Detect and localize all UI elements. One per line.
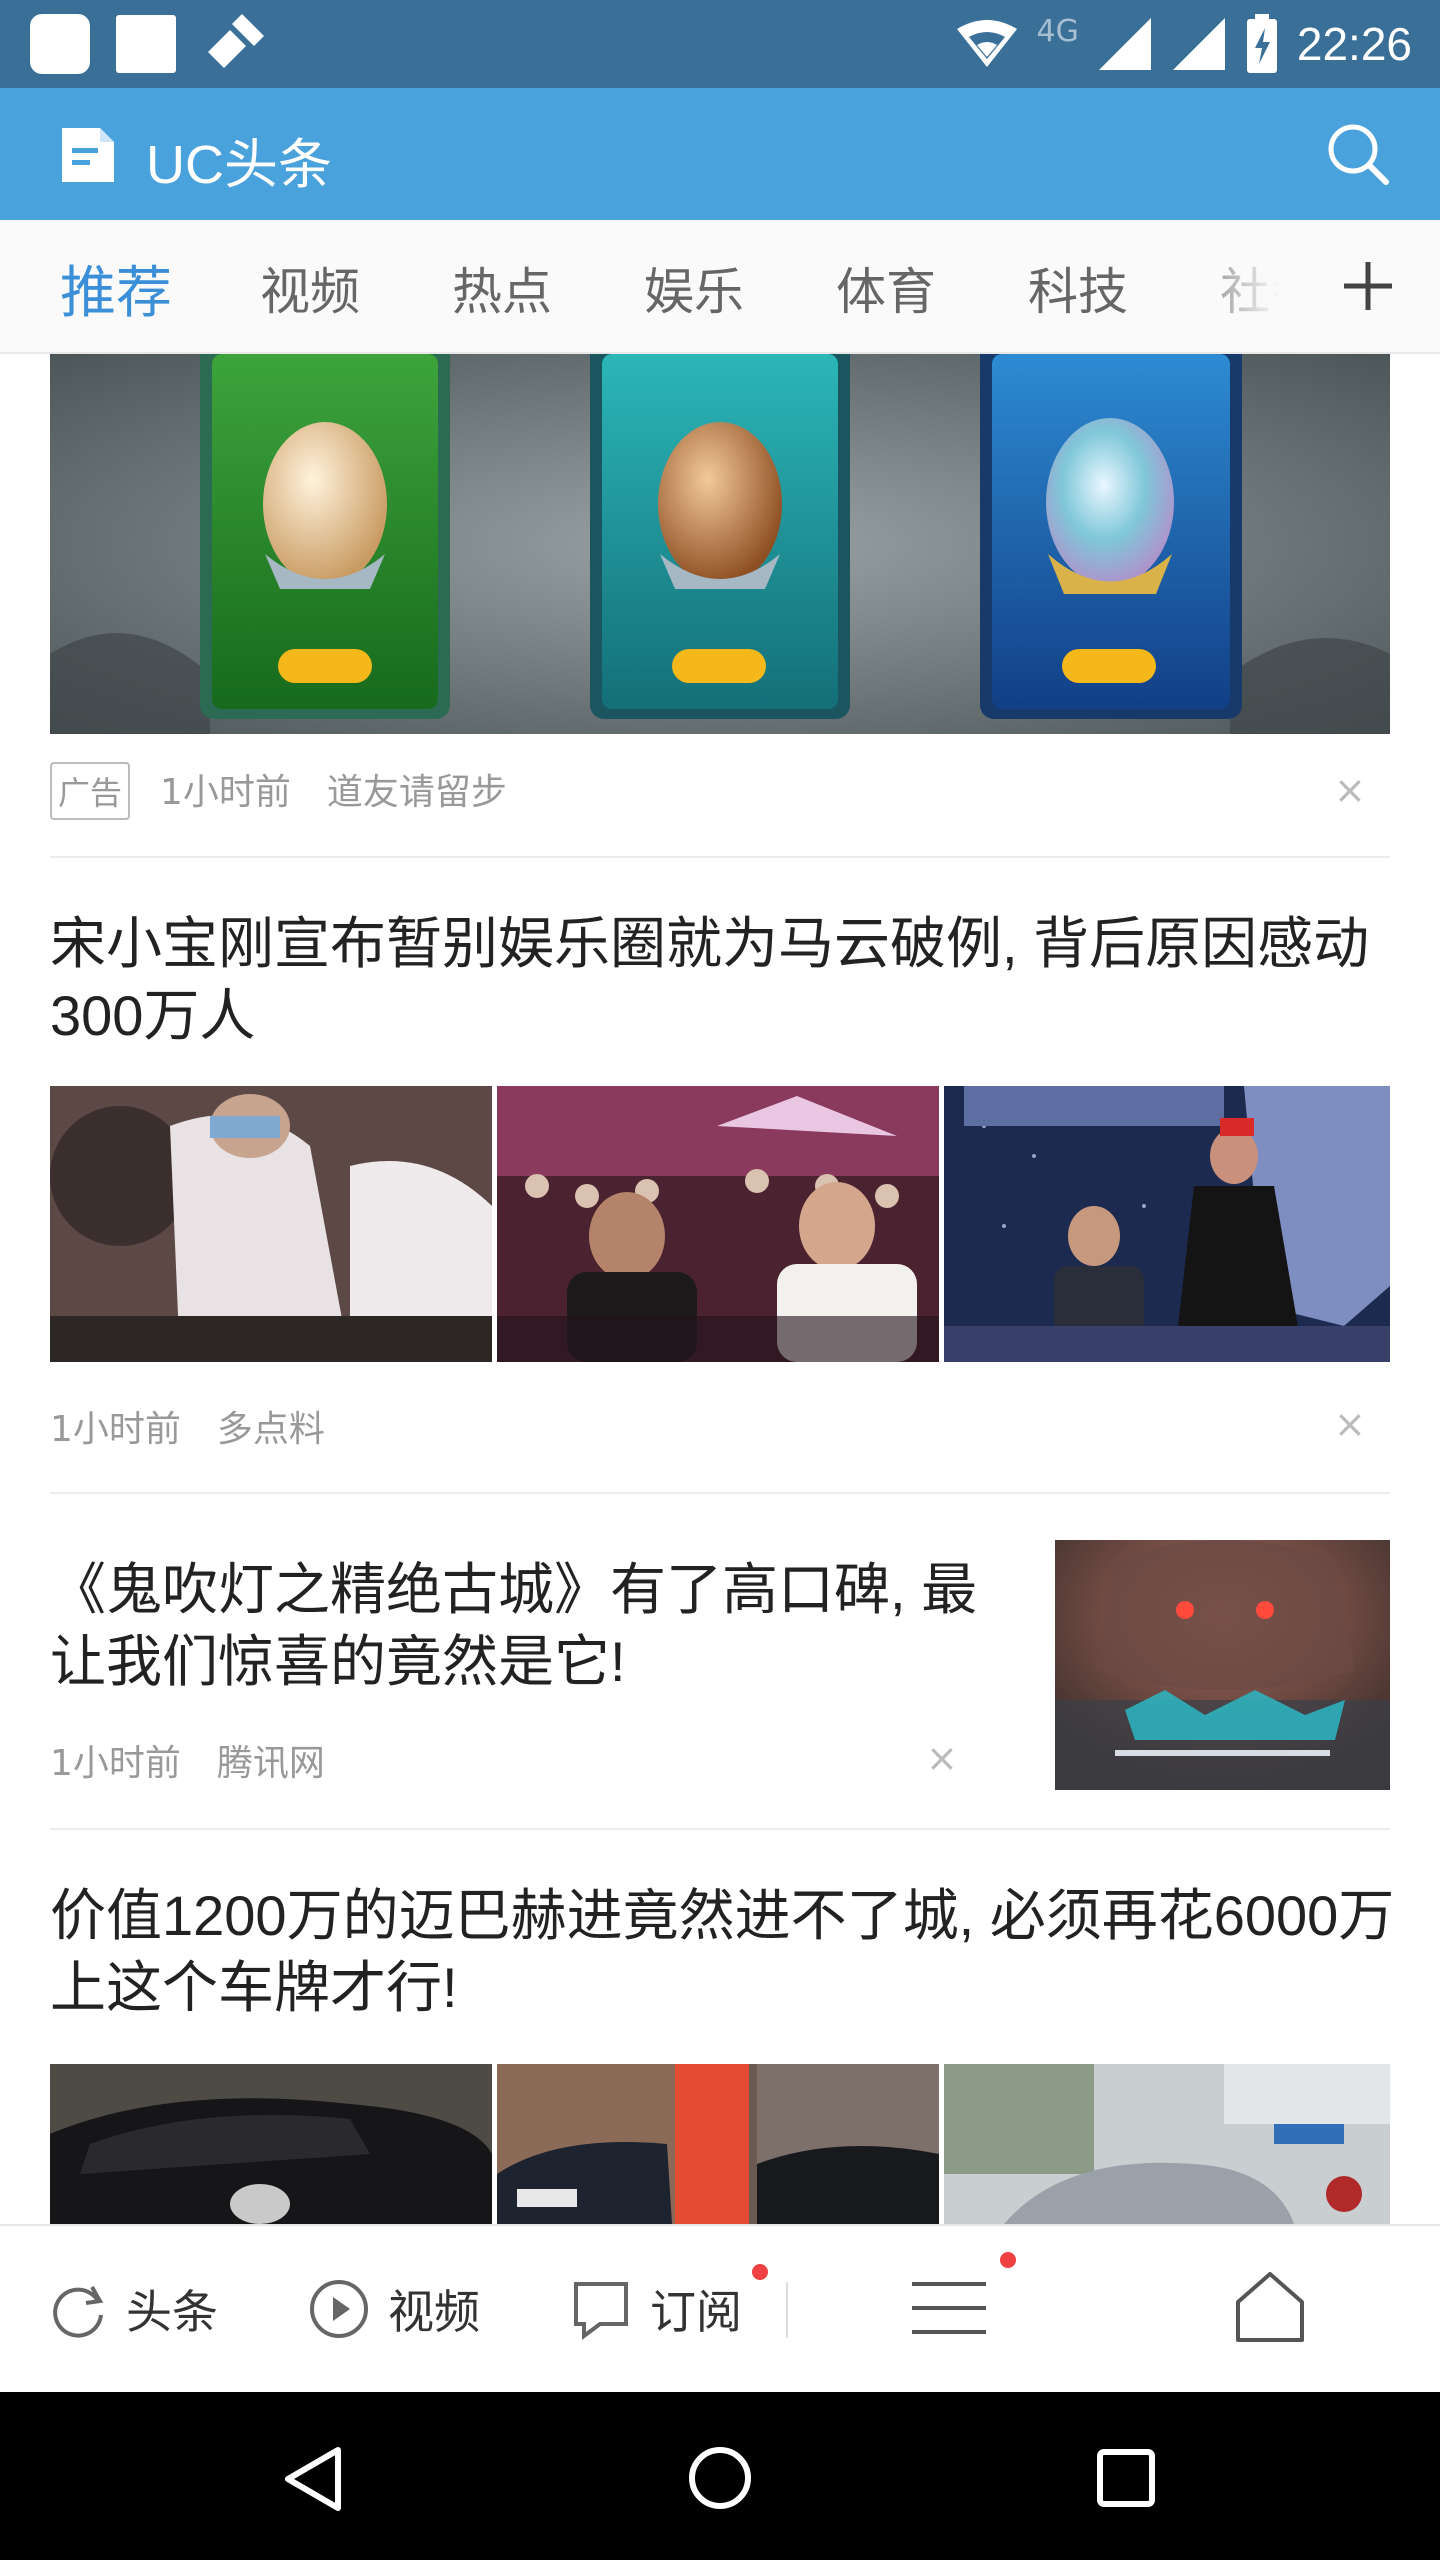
system-nav-bar — [0, 2392, 1440, 2560]
home-button[interactable] — [1234, 2270, 1306, 2344]
app-bar: UC头条 — [0, 88, 1440, 220]
article-thumbnail[interactable] — [50, 2064, 492, 2224]
notification-icons — [30, 14, 266, 74]
nav-headlines[interactable]: 头条 — [48, 2276, 218, 2342]
article-title[interactable]: 价值1200万的迈巴赫进竟然进不了城, 必须再花6000万上这个车牌才行! — [50, 1880, 1410, 2024]
tab-recommend[interactable]: 推荐 — [60, 248, 172, 329]
article-thumbnail[interactable] — [1055, 1540, 1390, 1790]
menu-badge-dot — [1000, 2252, 1016, 2268]
ad-meta: 广告 1小时前 道友请留步 — [50, 762, 507, 820]
article-meta: 1小时前 多点料 — [50, 1400, 325, 1452]
notification-tools-icon — [208, 14, 264, 68]
divider — [50, 856, 1390, 858]
article-title[interactable]: 宋小宝刚宣布暂别娱乐圈就为马云破例, 背后原因感动300万人 — [50, 908, 1390, 1052]
nav-headlines-label: 头条 — [126, 2285, 218, 2339]
ad-badge: 广告 — [50, 762, 131, 820]
article-thumbnail[interactable] — [944, 1086, 1390, 1362]
status-bar: 4G 22:26 — [0, 0, 1440, 88]
tab-sports[interactable]: 体育 — [836, 252, 936, 324]
menu-icon — [912, 2282, 986, 2334]
subscribe-badge-dot — [752, 2264, 768, 2280]
notification-app-icon — [30, 14, 90, 74]
article-thumbnail[interactable] — [50, 1086, 492, 1362]
nav-separator — [786, 2282, 788, 2338]
clock: 22:26 — [1296, 18, 1412, 70]
signal-icon-2 — [1172, 18, 1225, 70]
network-type: 4G — [1036, 13, 1079, 49]
bookmark-icon — [574, 2282, 628, 2340]
play-circle-icon — [310, 2280, 368, 2338]
notification-image-icon — [116, 15, 176, 73]
nav-video-label: 视频 — [388, 2285, 480, 2339]
wifi-icon — [956, 20, 1017, 67]
home-icon — [1236, 2272, 1304, 2342]
article-time: 1小时前 — [50, 1409, 181, 1450]
add-tab-button[interactable] — [1300, 220, 1440, 352]
search-icon[interactable] — [1322, 118, 1394, 190]
ad-time: 1小时前 — [160, 772, 291, 813]
article-thumbnail[interactable] — [944, 2064, 1390, 2224]
article-meta: 1小时前 腾讯网 — [50, 1734, 325, 1786]
nav-subscribe-label: 订阅 — [650, 2285, 742, 2339]
ad-banner-image[interactable] — [50, 354, 1390, 734]
battery-charging-icon — [1246, 14, 1277, 73]
article-source: 腾讯网 — [216, 1743, 325, 1784]
app-title: UC头条 — [146, 135, 332, 195]
ad-source: 道友请留步 — [326, 772, 507, 813]
category-tabs: 推荐 视频 热点 娱乐 体育 科技 社会 — [0, 220, 1440, 354]
back-icon[interactable] — [282, 2446, 344, 2512]
nav-video[interactable]: 视频 — [308, 2276, 480, 2342]
nav-subscribe[interactable]: 订阅 — [570, 2276, 742, 2342]
article-dismiss-button[interactable]: × — [926, 1736, 958, 1780]
home-circle-icon[interactable] — [688, 2446, 752, 2510]
plus-icon — [1344, 262, 1392, 310]
article-thumbnail[interactable] — [497, 1086, 939, 1362]
tab-video[interactable]: 视频 — [260, 252, 360, 324]
article-thumbnail[interactable] — [497, 2064, 939, 2224]
tab-entertainment[interactable]: 娱乐 — [644, 252, 744, 324]
signal-icon — [1098, 18, 1151, 70]
menu-button[interactable] — [910, 2276, 988, 2340]
divider — [50, 1492, 1390, 1494]
app-logo-icon — [62, 128, 114, 182]
recents-icon[interactable] — [1096, 2448, 1156, 2508]
refresh-icon — [53, 2286, 104, 2338]
tab-hot[interactable]: 热点 — [452, 252, 552, 324]
bottom-nav: 头条 视频 订阅 — [0, 2224, 1440, 2392]
article-source: 多点料 — [216, 1409, 325, 1450]
article-dismiss-button[interactable]: × — [1334, 1402, 1366, 1446]
news-feed: 广告 1小时前 道友请留步 × 宋小宝刚宣布暂别娱乐圈就为马云破例, 背后原因感动3… — [0, 354, 1440, 2224]
ad-dismiss-button[interactable]: × — [1334, 768, 1366, 812]
divider — [50, 1828, 1390, 1830]
tab-tech[interactable]: 科技 — [1028, 252, 1128, 324]
article-time: 1小时前 — [50, 1743, 181, 1784]
article-title[interactable]: 《鬼吹灯之精绝古城》有了高口碑, 最让我们惊喜的竟然是它! — [50, 1554, 1020, 1698]
